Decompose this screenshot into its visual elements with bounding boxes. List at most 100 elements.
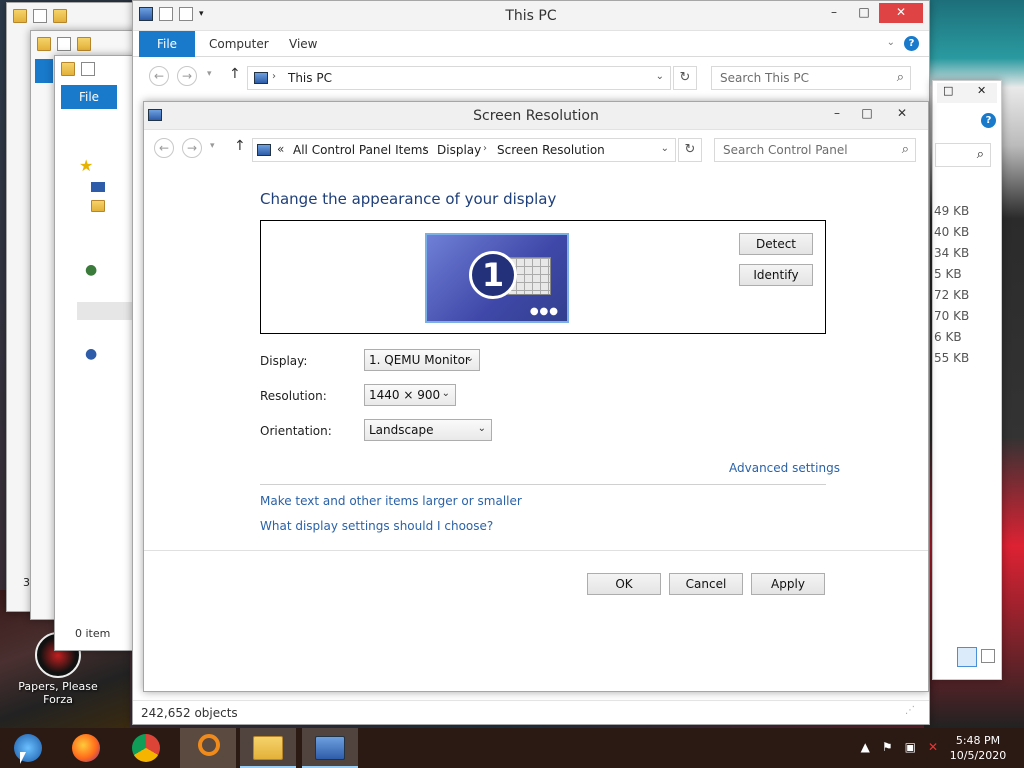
breadcrumb-display[interactable]: Display [437, 143, 481, 157]
title-bar[interactable]: Screen Resolution – □ ✕ [144, 102, 928, 130]
clock[interactable]: 5:48 PM 10/5/2020 [948, 733, 1008, 763]
resize-grip-icon[interactable]: ⋰ [905, 705, 915, 716]
monitor-preview: 1 ●●● Detect Identify [260, 220, 826, 334]
search-box-fragment[interactable]: ⌕ [935, 143, 991, 167]
advanced-settings-link[interactable]: Advanced settings [729, 461, 840, 475]
display-select[interactable]: 1. QEMU Monitor ⌄ [364, 349, 480, 371]
status-fragment: 3 [23, 576, 30, 589]
volume-muted-icon[interactable]: ✕ [928, 740, 938, 754]
nav-this-pc-selected[interactable] [77, 302, 133, 320]
ribbon-expand-icon[interactable]: ⌄ [887, 37, 895, 48]
up-button[interactable]: ↑ [234, 138, 246, 154]
close-button[interactable]: ✕ [882, 104, 922, 124]
taskbar-chrome[interactable] [118, 728, 174, 768]
address-dropdown-icon[interactable]: ⌄ [661, 143, 669, 154]
folder-icon [37, 37, 51, 51]
taskbar-control-panel[interactable] [302, 728, 358, 768]
show-hidden-icons-icon[interactable]: ▲ [861, 740, 870, 754]
file-tab[interactable] [35, 59, 53, 83]
forward-button[interactable]: → [177, 66, 197, 86]
back-button[interactable]: ← [149, 66, 169, 86]
size-cell: 70 KB [934, 309, 970, 323]
maximize-button[interactable]: □ [849, 3, 879, 23]
action-center-flag-icon[interactable]: ⚑ [882, 740, 893, 754]
text-size-link[interactable]: Make text and other items larger or smal… [260, 494, 522, 508]
identify-button[interactable]: Identify [739, 264, 813, 286]
maximize-button[interactable]: □ [852, 104, 882, 124]
up-button[interactable]: ↑ [229, 66, 241, 82]
close-button[interactable]: ✕ [879, 3, 923, 23]
monitor-1-icon[interactable]: 1 ●●● [425, 233, 569, 323]
divider [260, 484, 826, 485]
taskbar-search-app[interactable] [180, 728, 236, 768]
forward-button[interactable]: → [182, 138, 202, 158]
ok-button[interactable]: OK [587, 573, 661, 595]
maximize-button[interactable]: □ [943, 84, 953, 97]
detect-button[interactable]: Detect [739, 233, 813, 255]
address-dropdown-icon[interactable]: ⌄ [656, 71, 664, 82]
orientation-select[interactable]: Landscape ⌄ [364, 419, 492, 441]
recent-locations-icon[interactable]: ▾ [210, 141, 215, 151]
breadcrumb-separator-icon: › [272, 71, 276, 82]
details-view-icon[interactable] [957, 647, 977, 667]
address-text: This PC [288, 71, 332, 85]
minimize-button[interactable]: – [819, 3, 849, 23]
size-cell: 40 KB [934, 225, 970, 239]
screen-resolution-window[interactable]: Screen Resolution – □ ✕ ← → ▾ ↑ « All Co… [143, 101, 929, 692]
properties-icon [81, 62, 95, 76]
help-icon[interactable]: ? [981, 113, 996, 128]
monitor-number: 1 [469, 251, 517, 299]
resolution-select[interactable]: 1440 × 900 ⌄ [364, 384, 456, 406]
start-button[interactable] [0, 728, 56, 768]
tab-view[interactable]: View [289, 31, 317, 57]
background-window-3[interactable]: File ★ ● ● [54, 55, 134, 651]
page-title: Change the appearance of your display [260, 190, 557, 208]
mouse-cursor-icon [20, 752, 26, 764]
window-title: Screen Resolution [473, 108, 599, 124]
tab-file[interactable]: File [139, 31, 195, 57]
breadcrumb-screen-resolution[interactable]: Screen Resolution [497, 143, 605, 157]
computer-icon [254, 72, 268, 84]
background-window-right[interactable]: □ ✕ ? ⌕ [932, 80, 1002, 680]
title-bar-fragment: □ ✕ [937, 83, 997, 103]
recent-locations-icon[interactable]: ▾ [207, 69, 212, 79]
search-icon: ⌕ [901, 142, 909, 157]
quick-access-toolbar [13, 9, 67, 23]
properties-icon [33, 9, 47, 23]
cancel-button[interactable]: Cancel [669, 573, 743, 595]
taskbar-firefox[interactable] [58, 728, 114, 768]
file-tab[interactable]: File [61, 85, 117, 109]
chevron-down-icon: ⌄ [477, 423, 486, 434]
resolution-value: 1440 × 900 [369, 388, 441, 402]
size-cell: 49 KB [934, 204, 970, 218]
large-icons-view-icon[interactable] [981, 649, 995, 663]
search-control-panel-box[interactable]: Search Control Panel ⌕ [714, 138, 916, 162]
firefox-icon [72, 734, 100, 762]
breadcrumb-separator-icon: › [423, 143, 427, 154]
breadcrumb-all-items[interactable]: All Control Panel Items [293, 143, 429, 157]
display-label: Display: [260, 354, 308, 368]
search-box[interactable]: Search This PC ⌕ [711, 66, 911, 90]
downloads-nav-icon [91, 200, 105, 212]
system-tray: ▲ ⚑ ▣ ✕ [861, 740, 938, 754]
refresh-button[interactable]: ↻ [678, 138, 702, 162]
new-folder-icon [77, 37, 91, 51]
quick-access-toolbar [37, 37, 91, 51]
title-bar[interactable]: ▾ This PC – □ ✕ [133, 1, 929, 31]
network-icon[interactable]: ▣ [905, 740, 916, 754]
close-button[interactable]: ✕ [977, 84, 986, 97]
tab-computer[interactable]: Computer [209, 31, 269, 57]
refresh-button[interactable]: ↻ [673, 66, 697, 90]
window-title: This PC [505, 8, 557, 24]
orientation-value: Landscape [369, 423, 434, 437]
taskbar-file-explorer[interactable] [240, 728, 296, 768]
back-button[interactable]: ← [154, 138, 174, 158]
size-cell: 5 KB [934, 267, 962, 281]
address-bar[interactable]: « All Control Panel Items › Display › Sc… [252, 138, 676, 162]
display-help-link[interactable]: What display settings should I choose? [260, 519, 493, 533]
apply-button[interactable]: Apply [751, 573, 825, 595]
minimize-button[interactable]: – [822, 104, 852, 124]
breadcrumb-prefix: « [277, 142, 285, 156]
address-bar[interactable]: › This PC ⌄ [247, 66, 671, 90]
help-icon[interactable]: ? [904, 36, 919, 51]
